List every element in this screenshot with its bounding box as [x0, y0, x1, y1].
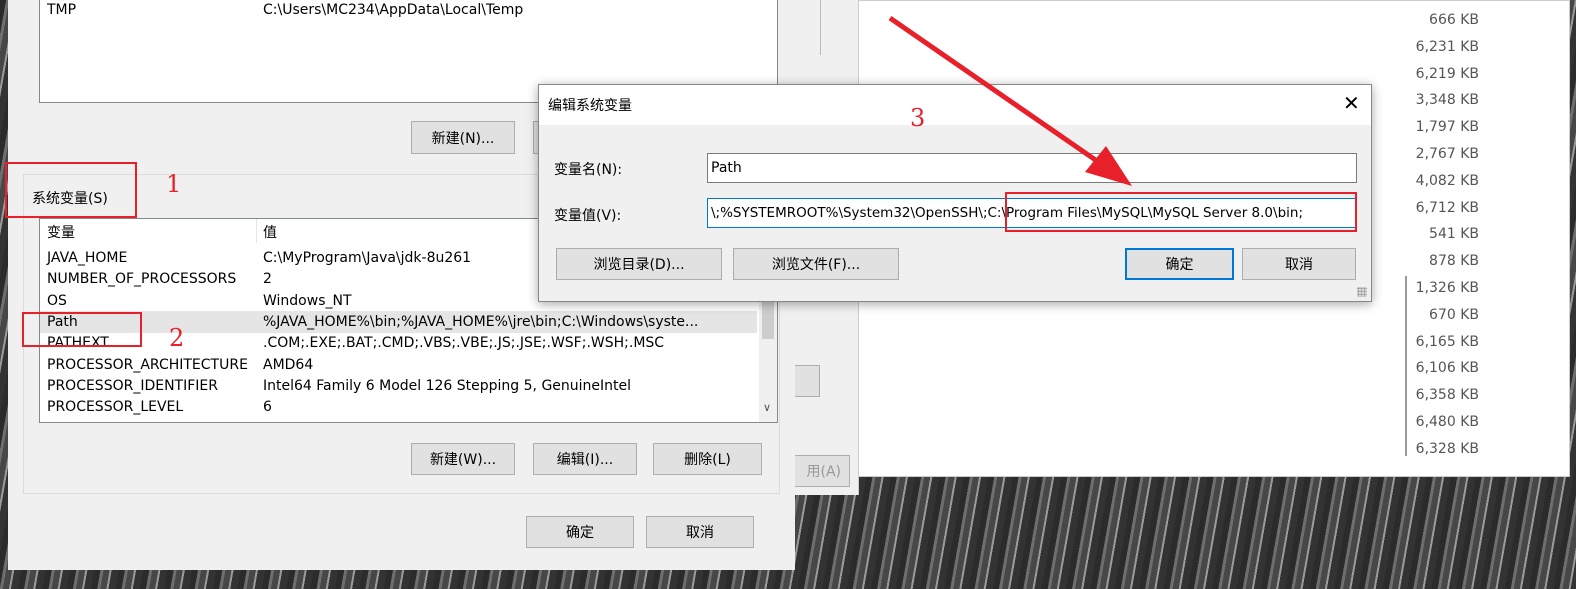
- annotation-arrow: [888, 15, 1132, 186]
